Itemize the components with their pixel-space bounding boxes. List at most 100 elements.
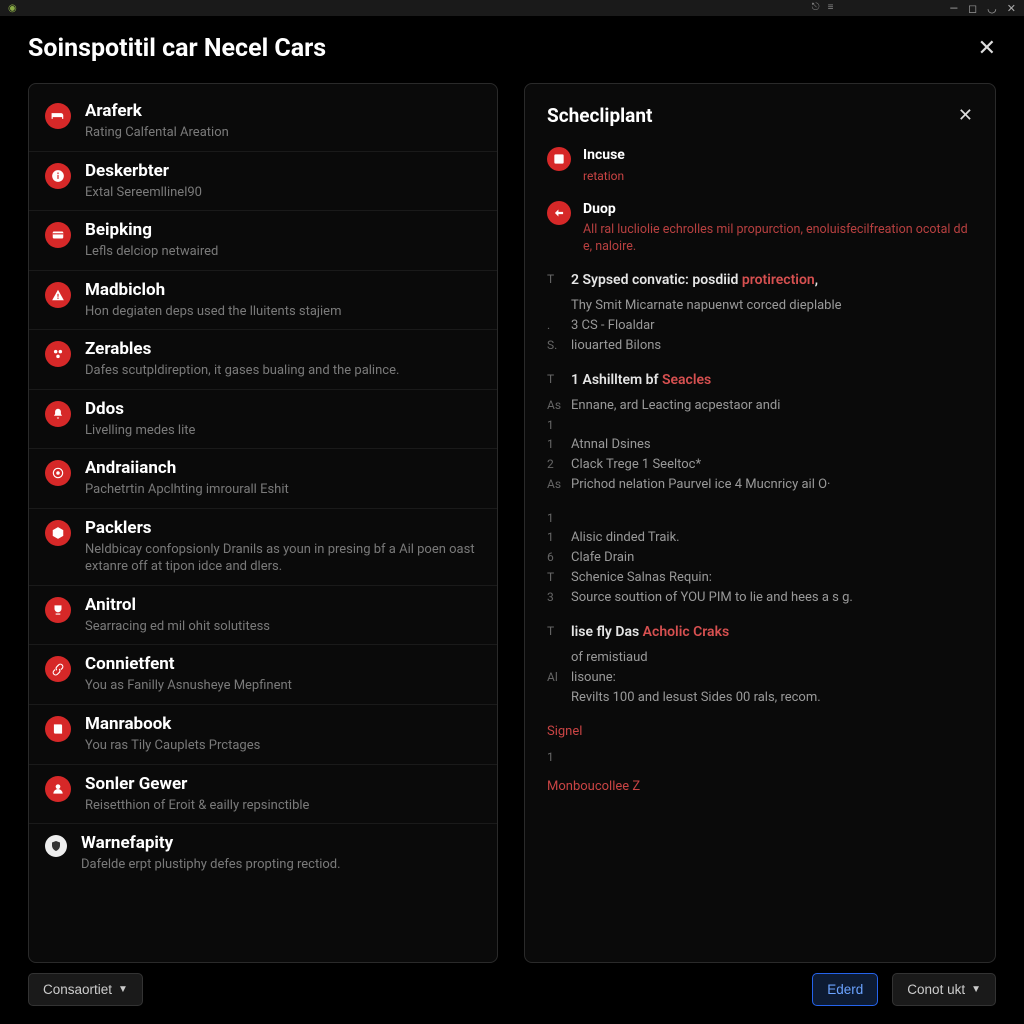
section-line: 1Alisic dinded Traik. xyxy=(547,528,973,548)
bed-icon xyxy=(45,103,71,129)
category-title: Connietfent xyxy=(85,654,481,674)
warning-icon xyxy=(45,282,71,308)
detail-section: 11Alisic dinded Traik.6Clafe DrainTSchen… xyxy=(547,509,973,608)
section-line: 3Source souttion of YOU PIM to lie and h… xyxy=(547,588,973,608)
user-icon xyxy=(45,776,71,802)
category-list-panel: Araferk Rating Calfental Areation Deskerbt… xyxy=(28,83,498,963)
category-desc: Searracing ed mil ohit solutitess xyxy=(85,618,481,636)
detail-section: T2 Sypsed convatic: posdiid protirection… xyxy=(547,270,973,356)
detail-panel: Schecliplant ✕ Incuse retation Duop xyxy=(524,83,996,963)
section-line: TSchenice Salnas Requin: xyxy=(547,568,973,588)
category-desc: You as Fanilly Asnusheye Mepfinent xyxy=(85,677,481,695)
category-desc: Dafelde erpt plustiphy defes propting re… xyxy=(81,856,481,874)
book-icon xyxy=(45,716,71,742)
signal-2: Monboucollee Z xyxy=(547,777,973,797)
category-desc: Neldbicay confopsionly Dranils as youn i… xyxy=(85,541,481,576)
circles-icon xyxy=(45,341,71,367)
detail-section: Tlise fly Das Acholic Craksof remistiaud… xyxy=(547,622,973,708)
category-title: Madbicloh xyxy=(85,280,481,300)
category-desc: Dafes scutpldireption, it gases bualing … xyxy=(85,362,481,380)
category-desc: Reisetthion of Eroit & eailly repsinctib… xyxy=(85,797,481,815)
category-desc: Pachetrtin Apclhting imrourall Eshit xyxy=(85,481,481,499)
window-minimize-icon[interactable]: — xyxy=(949,2,958,15)
category-title: Deskerbter xyxy=(85,161,481,181)
category-desc: Extal Sereemllinel90 xyxy=(85,184,481,202)
app-icon: ◉ xyxy=(8,3,17,14)
section-line: AsEnnane, ard Leacting acpestaor andi xyxy=(547,396,973,416)
category-item-package[interactable]: Packlers Neldbicay confopsionly Dranils a… xyxy=(29,509,497,586)
category-item-bed[interactable]: Araferk Rating Calfental Areation xyxy=(29,92,497,152)
category-title: Andraiianch xyxy=(85,458,481,478)
section-line: 1 xyxy=(547,416,973,435)
link-icon xyxy=(45,656,71,682)
duop-icon xyxy=(547,201,571,225)
tray-icon-2: ≡ xyxy=(828,2,834,15)
category-desc: Livelling medes lite xyxy=(85,422,481,440)
category-title: Anitrol xyxy=(85,595,481,615)
category-item-circles[interactable]: Zerables Dafes scutpldireption, it gases … xyxy=(29,330,497,390)
detail-section: T1 Ashilltem bf SeaclesAsEnnane, ard Lea… xyxy=(547,370,973,495)
duop-title: Duop xyxy=(583,199,973,221)
category-item-info[interactable]: Deskerbter Extal Sereemllinel90 xyxy=(29,152,497,212)
category-title: Warnefapity xyxy=(81,833,481,853)
category-item-target[interactable]: Andraiianch Pachetrtin Apclhting imroural… xyxy=(29,449,497,509)
section-heading: 2 Sypsed convatic: posdiid protirection, xyxy=(571,270,818,292)
category-title: Sonler Gewer xyxy=(85,774,481,794)
category-desc: You ras Tily Cauplets Prctages xyxy=(85,737,481,755)
secondary-action-button[interactable]: Conot ukt ▼ xyxy=(892,973,996,1006)
section-heading: lise fly Das Acholic Craks xyxy=(571,622,729,644)
section-line: of remistiaud xyxy=(547,648,973,668)
info-icon xyxy=(45,163,71,189)
primary-action-button[interactable]: Ederd xyxy=(812,973,878,1006)
detail-title: Schecliplant xyxy=(547,104,652,127)
category-desc: Lefls delciop netwaired xyxy=(85,243,481,261)
section-line: 1Atnnal Dsines xyxy=(547,435,973,455)
section-line: S.liouarted Bilons xyxy=(547,336,973,356)
incuse-icon xyxy=(547,147,571,171)
target-icon xyxy=(45,460,71,486)
duop-text: All ral lucliolie echrolles mil propurct… xyxy=(583,221,973,256)
section-line: Revilts 100 and lesust Sides 00 rals, re… xyxy=(547,688,973,708)
caret-down-icon: ▼ xyxy=(118,984,128,995)
incuse-title: Incuse xyxy=(583,145,625,167)
section-heading: 1 Ashilltem bf Seacles xyxy=(571,370,711,392)
category-item-card[interactable]: Beipking Lefls delciop netwaired xyxy=(29,211,497,271)
category-title: Beipking xyxy=(85,220,481,240)
section-line: Allisoune: xyxy=(547,668,973,688)
caret-down-icon: ▼ xyxy=(971,984,981,995)
category-title: Packlers xyxy=(85,518,481,538)
category-desc: Hon degiaten deps used the lluitents sta… xyxy=(85,303,481,321)
section-line: 2Clack Trege 1 Seeltoc* xyxy=(547,455,973,475)
constrain-button[interactable]: Consaortiet ▼ xyxy=(28,973,143,1006)
category-item-shield[interactable]: Warnefapity Dafelde erpt plustiphy defes … xyxy=(29,824,497,883)
dialog-header: Soinspotitil car Necel Cars ✕ xyxy=(0,16,1024,73)
category-item-book[interactable]: Manrabook You ras Tily Cauplets Prctages xyxy=(29,705,497,765)
category-item-warning[interactable]: Madbicloh Hon degiaten deps used the llui… xyxy=(29,271,497,331)
section-line: Thy Smit Micarnate napuenwt corced diepl… xyxy=(547,296,973,316)
category-title: Ddos xyxy=(85,399,481,419)
window-icon-2: ◡ xyxy=(987,2,997,15)
window-close-icon[interactable]: ✕ xyxy=(1007,2,1016,15)
category-item-user[interactable]: Sonler Gewer Reisetthion of Eroit & eaill… xyxy=(29,765,497,825)
bell-icon xyxy=(45,401,71,427)
titlebar: ◉ ⎋ ≡ — ◻ ◡ ✕ xyxy=(0,0,1024,16)
dialog-title: Soinspotitil car Necel Cars xyxy=(28,34,326,63)
category-desc: Rating Calfental Areation xyxy=(85,124,481,142)
tray-icon-1: ⎋ xyxy=(812,2,820,15)
section-line: .3 CS - Floaldar xyxy=(547,316,973,336)
cup-icon xyxy=(45,597,71,623)
package-icon xyxy=(45,520,71,546)
category-title: Manrabook xyxy=(85,714,481,734)
incuse-sub: retation xyxy=(583,167,625,186)
category-title: Zerables xyxy=(85,339,481,359)
category-item-link[interactable]: Connietfent You as Fanilly Asnusheye Mepf… xyxy=(29,645,497,705)
section-line: AsPrichod nelation Paurvel ice 4 Mucnric… xyxy=(547,475,973,495)
category-title: Araferk xyxy=(85,101,481,121)
detail-close-icon[interactable]: ✕ xyxy=(958,105,973,126)
signal-1: Signel xyxy=(547,722,973,742)
section-line: 6Clafe Drain xyxy=(547,548,973,568)
category-item-bell[interactable]: Ddos Livelling medes lite xyxy=(29,390,497,450)
category-item-cup[interactable]: Anitrol Searracing ed mil ohit solutitess xyxy=(29,586,497,646)
close-icon[interactable]: ✕ xyxy=(978,36,996,61)
window-maximize-icon[interactable]: ◻ xyxy=(968,2,977,15)
